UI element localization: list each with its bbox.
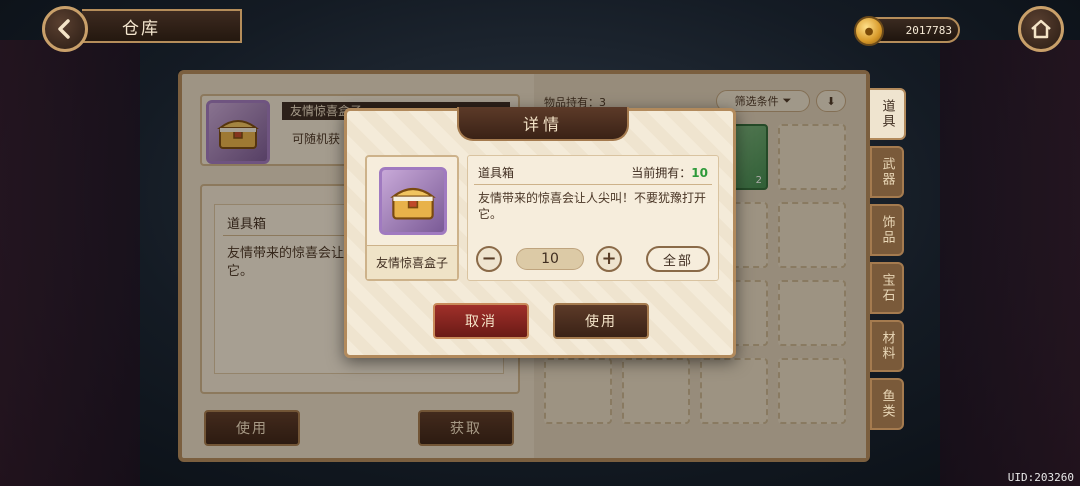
tab-weapons[interactable]: 武器 xyxy=(870,146,904,198)
dialog-item-info: 道具箱 当前拥有：10 友情带来的惊喜会让人尖叫！不要犹豫打开它。 − 10 +… xyxy=(467,155,719,281)
tab-accessories[interactable]: 饰品 xyxy=(870,204,904,256)
owned-value: 10 xyxy=(691,166,708,180)
arrow-left-icon xyxy=(58,19,70,39)
decrease-button[interactable]: − xyxy=(476,246,502,272)
dialog-title: 详情 xyxy=(457,107,629,141)
back-button[interactable] xyxy=(42,6,88,52)
detail-dialog: 详情 友情惊喜盒子 道具箱 当前拥有：10 友情带来的惊喜会让人尖叫！不要犹豫打… xyxy=(344,107,736,358)
owned-count: 当前拥有：10 xyxy=(631,164,708,181)
tab-fish[interactable]: 鱼类 xyxy=(870,378,904,430)
coin-icon: ● xyxy=(854,16,884,46)
owned-label: 当前拥有： xyxy=(631,166,692,180)
home-icon xyxy=(1031,19,1051,39)
tab-materials[interactable]: 材料 xyxy=(870,320,904,372)
cancel-button[interactable]: 取消 xyxy=(433,303,529,339)
quantity-field[interactable]: 10 xyxy=(516,248,584,270)
curtain-left xyxy=(0,40,140,486)
tab-items[interactable]: 道具 xyxy=(868,88,906,140)
treasure-chest-icon xyxy=(379,167,447,235)
dialog-item-name: 友情惊喜盒子 xyxy=(367,245,457,279)
tab-gems[interactable]: 宝石 xyxy=(870,262,904,314)
user-id: UID:203260 xyxy=(1007,471,1074,484)
confirm-use-button[interactable]: 使用 xyxy=(553,303,649,339)
select-all-button[interactable]: 全部 xyxy=(646,246,710,272)
dialog-item-card: 友情惊喜盒子 xyxy=(365,155,459,281)
currency-amount: 2017783 xyxy=(905,23,952,37)
page-title: 仓库 xyxy=(82,9,242,43)
home-button[interactable] xyxy=(1018,6,1064,52)
minus-icon: − xyxy=(481,248,497,269)
plus-icon: + xyxy=(601,248,617,269)
dialog-item-description: 友情带来的惊喜会让人尖叫！不要犹豫打开它。 xyxy=(478,191,707,221)
dialog-item-type: 道具箱 xyxy=(478,166,515,180)
curtain-right xyxy=(940,40,1080,486)
currency-display: ● 2017783 xyxy=(854,16,960,46)
divider xyxy=(474,184,712,185)
increase-button[interactable]: + xyxy=(596,246,622,272)
